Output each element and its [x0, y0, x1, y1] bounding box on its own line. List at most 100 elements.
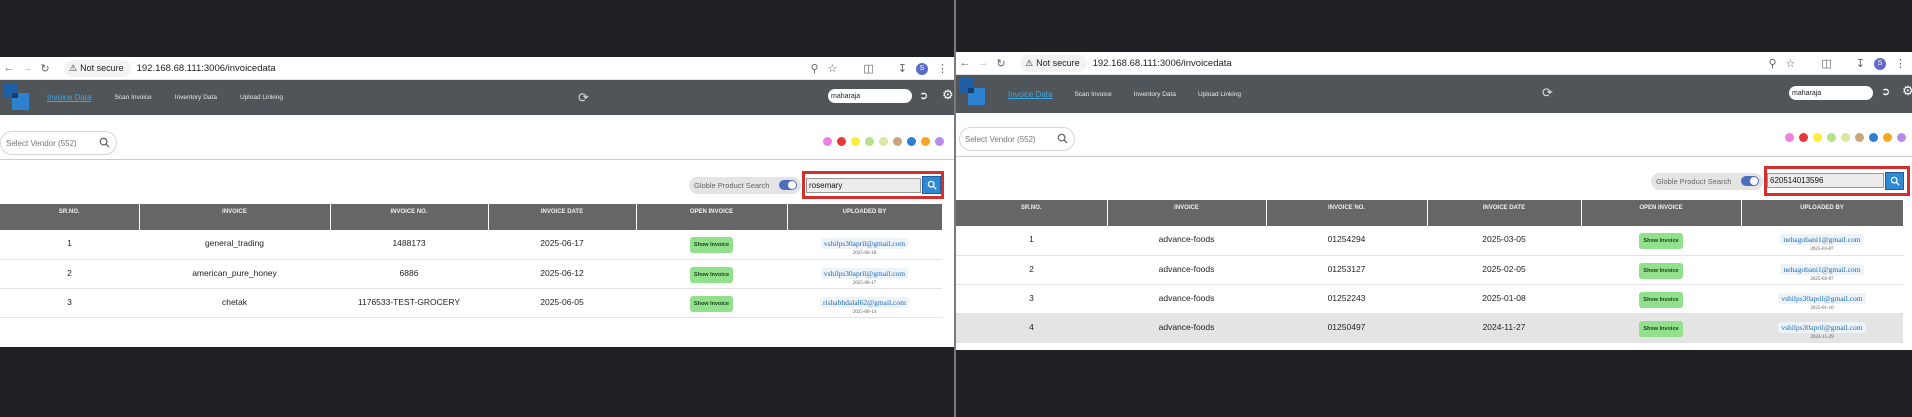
color-dot[interactable]: [1855, 133, 1864, 142]
forward-icon[interactable]: →: [974, 57, 992, 69]
color-dot[interactable]: [1827, 133, 1836, 142]
cell-sr: 1: [956, 226, 1107, 256]
show-invoice-button[interactable]: Show Invoice: [689, 266, 734, 283]
color-dot[interactable]: [823, 137, 832, 146]
warning-icon: ⚠: [1025, 57, 1034, 68]
color-dot[interactable]: [1869, 133, 1878, 142]
globle-search-toggle[interactable]: Globle Product Search: [1651, 173, 1763, 190]
sync-icon[interactable]: ⟳: [578, 90, 589, 106]
app-page: Invoice Data Scan Invoice Inventory Data…: [0, 80, 954, 347]
user-field[interactable]: maharaja: [828, 89, 912, 103]
not-secure-chip[interactable]: ⚠ Not secure: [64, 59, 131, 77]
logout-icon[interactable]: ➲: [1881, 85, 1890, 98]
extensions-icon[interactable]: ◫: [863, 62, 873, 75]
cell-invoice-no: 01253127: [1266, 255, 1427, 285]
address-bar[interactable]: ⚠ Not secure 192.168.68.111:3006/invoiced…: [1020, 54, 1232, 73]
product-search-input[interactable]: 620514013596: [1767, 173, 1884, 188]
zoom-icon[interactable]: ⚲: [810, 62, 818, 75]
nav-invoice-data[interactable]: Invoice Data: [1008, 90, 1052, 99]
color-dot[interactable]: [1841, 133, 1850, 142]
app-page: Invoice Data Scan Invoice Inventory Data…: [956, 75, 1912, 350]
back-icon[interactable]: ←: [956, 57, 974, 69]
show-invoice-button[interactable]: Show Invoice: [1639, 262, 1683, 279]
color-dot[interactable]: [865, 137, 874, 146]
app-logo: [959, 78, 985, 106]
toggle-switch[interactable]: [779, 180, 797, 190]
nav-scan-invoice[interactable]: Scan Invoice: [1074, 91, 1111, 98]
col-header: INVOICE NO.: [1266, 200, 1428, 226]
search-icon: [99, 137, 110, 148]
back-icon[interactable]: ←: [0, 62, 18, 74]
cell-invoice: advance-foods: [1107, 255, 1266, 285]
table-row: 1 advance-foods 01254294 2025-03-05 Show…: [956, 226, 1903, 256]
col-header: INVOICE DATE: [488, 204, 637, 230]
product-search-button[interactable]: [922, 176, 941, 194]
color-dot[interactable]: [893, 137, 902, 146]
table-row: 3 advance-foods 01252243 2025-01-08 Show…: [956, 284, 1903, 314]
cell-invoice-no: 1176533-TEST-GROCERY: [330, 288, 488, 318]
profile-avatar[interactable]: S: [1874, 57, 1886, 70]
nav-upload-linking[interactable]: Upload Linking: [1198, 91, 1241, 98]
nav-inventory-data[interactable]: Inventory Data: [175, 94, 217, 101]
nav-scan-invoice[interactable]: Scan Invoice: [114, 94, 151, 101]
menu-icon[interactable]: ⋮: [1895, 57, 1906, 70]
user-field[interactable]: maharaja: [1789, 86, 1873, 100]
table-row: 4 advance-foods 01250497 2024-11-27 Show…: [956, 313, 1903, 343]
gear-icon[interactable]: ⚙: [942, 87, 954, 103]
col-header: SR.NO.: [956, 200, 1108, 226]
color-dot[interactable]: [921, 137, 930, 146]
table-header: SR.NO. INVOICE INVOICE NO. INVOICE DATE …: [0, 204, 943, 230]
col-header: OPEN INVOICE: [636, 204, 788, 230]
reload-icon[interactable]: ↻: [992, 57, 1010, 70]
download-icon[interactable]: ↧: [898, 62, 907, 75]
address-bar[interactable]: ⚠ Not secure 192.168.68.111:3006/invoiced…: [64, 59, 276, 78]
not-secure-chip[interactable]: ⚠ Not secure: [1020, 54, 1087, 72]
vendor-select[interactable]: Select Vendor (552): [0, 131, 117, 155]
cell-invoice-date: 2025-03-05: [1427, 226, 1581, 256]
vendor-select[interactable]: Select Vendor (552): [959, 127, 1075, 151]
cell-invoice-no: 01252243: [1266, 284, 1427, 314]
forward-icon[interactable]: →: [18, 62, 36, 74]
color-dot[interactable]: [851, 137, 860, 146]
globle-search-toggle[interactable]: Globle Product Search: [689, 177, 801, 194]
star-icon[interactable]: ☆: [1786, 57, 1796, 70]
download-icon[interactable]: ↧: [1856, 57, 1865, 70]
show-invoice-button[interactable]: Show Invoice: [1639, 320, 1683, 337]
nav-invoice-data[interactable]: Invoice Data: [47, 93, 91, 102]
logout-icon[interactable]: ➲: [919, 89, 928, 102]
color-dot[interactable]: [1799, 133, 1808, 142]
color-dot[interactable]: [1813, 133, 1822, 142]
color-dot[interactable]: [837, 137, 846, 146]
cell-sr: 4: [956, 313, 1107, 343]
upload-date: 2025-03-07: [1810, 247, 1834, 252]
color-dot[interactable]: [1897, 133, 1906, 142]
color-dot[interactable]: [1785, 133, 1794, 142]
show-invoice-button[interactable]: Show Invoice: [689, 237, 734, 253]
product-search-input[interactable]: rosemary: [806, 178, 921, 193]
sync-icon[interactable]: ⟳: [1542, 85, 1553, 101]
profile-avatar[interactable]: S: [916, 62, 928, 75]
cell-invoice: advance-foods: [1107, 284, 1266, 314]
uploader-email: rishabhdalal62@gmail.com: [820, 296, 909, 308]
show-invoice-button[interactable]: Show Invoice: [689, 295, 734, 312]
menu-icon[interactable]: ⋮: [937, 62, 948, 75]
nav-upload-linking[interactable]: Upload Linking: [240, 94, 283, 101]
nav-inventory-data[interactable]: Inventory Data: [1134, 91, 1176, 98]
cell-sr: 3: [0, 288, 139, 318]
color-dot[interactable]: [907, 137, 916, 146]
gear-icon[interactable]: ⚙: [1902, 83, 1912, 99]
product-search-button[interactable]: [1885, 172, 1904, 190]
cell-sr: 1: [0, 230, 139, 260]
search-icon: [1890, 176, 1900, 186]
color-dot[interactable]: [1883, 133, 1892, 142]
toolbar-icons: ⚲ ☆ ◫ ↧ S ⋮: [810, 57, 948, 80]
color-dot[interactable]: [879, 137, 888, 146]
extensions-icon[interactable]: ◫: [1821, 57, 1831, 70]
toggle-switch[interactable]: [1741, 176, 1759, 186]
color-dot[interactable]: [935, 137, 944, 146]
zoom-icon[interactable]: ⚲: [1768, 57, 1776, 70]
show-invoice-button[interactable]: Show Invoice: [1639, 233, 1683, 249]
star-icon[interactable]: ☆: [828, 62, 838, 75]
reload-icon[interactable]: ↻: [36, 62, 54, 75]
show-invoice-button[interactable]: Show Invoice: [1639, 291, 1683, 308]
